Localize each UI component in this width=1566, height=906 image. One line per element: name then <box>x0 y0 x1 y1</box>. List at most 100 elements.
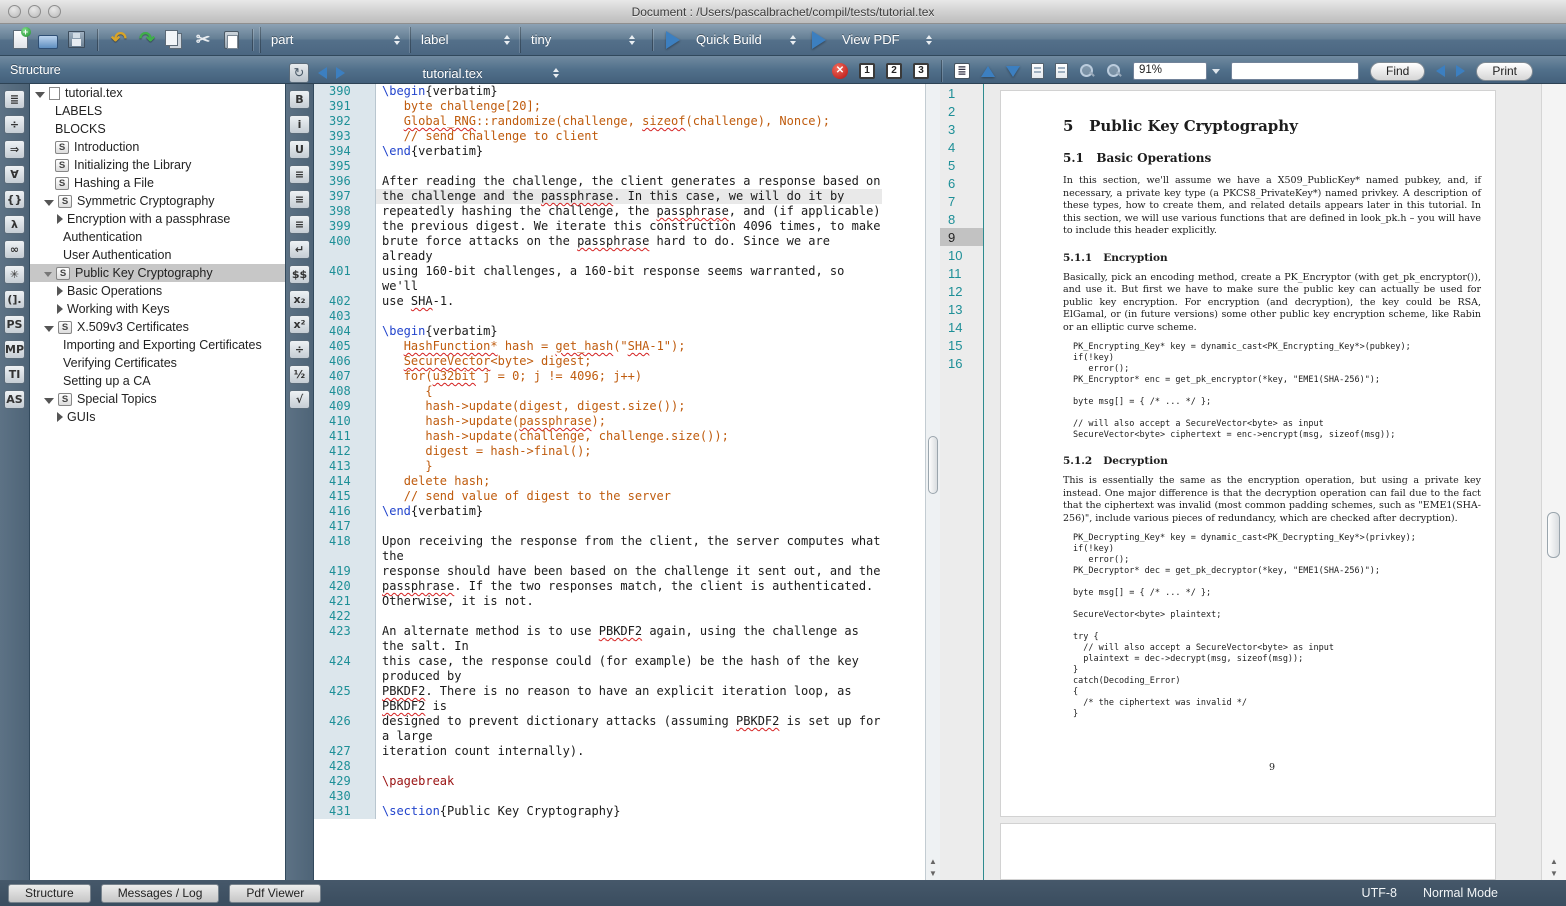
editor-line-text[interactable]: Global_RNG::randomize(challenge, sizeof(… <box>376 114 882 129</box>
editor-line[interactable]: 428 <box>314 759 940 774</box>
quick-build-dropdown[interactable]: Quick Build <box>686 27 806 53</box>
editor-line-text[interactable]: } <box>376 459 882 474</box>
editor-line-text[interactable]: \begin{verbatim} <box>376 84 882 99</box>
status-tab-messages-log[interactable]: Messages / Log <box>101 884 220 903</box>
pdf-search-input[interactable] <box>1231 62 1359 80</box>
editor-line[interactable]: 410 hash->update(passphrase); <box>314 414 940 429</box>
italic-icon[interactable]: i <box>289 115 310 134</box>
structure-item[interactable]: User Authentication <box>30 246 285 264</box>
editor-line[interactable]: 427iteration count internally). <box>314 744 940 759</box>
editor-line-text[interactable]: repeatedly hashing the challenge, the pa… <box>376 204 882 219</box>
collapse-icon[interactable] <box>44 326 54 332</box>
structure-item[interactable]: SHashing a File <box>30 174 285 192</box>
editor-line[interactable]: 394\end{verbatim} <box>314 144 940 159</box>
editor-line[interactable]: 418Upon receiving the response from the … <box>314 534 940 564</box>
structure-item[interactable]: SIntroduction <box>30 138 285 156</box>
zoom-out-icon[interactable] <box>1079 63 1095 79</box>
structure-item[interactable]: Working with Keys <box>30 300 285 318</box>
editor-line[interactable]: 421Otherwise, it is not. <box>314 594 940 609</box>
close-window-icon[interactable] <box>8 5 21 18</box>
editor-line[interactable]: 402use SHA-1. <box>314 294 940 309</box>
first-page-icon[interactable] <box>1031 63 1044 79</box>
editor-line[interactable]: 414 delete hash; <box>314 474 940 489</box>
editor-line-text[interactable]: \section{Public Key Cryptography} <box>376 804 882 819</box>
editor-line[interactable]: 422 <box>314 609 940 624</box>
font-size-dropdown[interactable]: tiny <box>520 27 645 53</box>
postscript-tab-icon[interactable]: PS <box>4 315 25 334</box>
editor-line-text[interactable]: // send challenge to client <box>376 129 882 144</box>
editor-line[interactable]: 390\begin{verbatim} <box>314 84 940 99</box>
editor-line-text[interactable] <box>376 789 882 804</box>
editor-line[interactable]: 430 <box>314 789 940 804</box>
editor-line-text[interactable] <box>376 159 882 174</box>
run-quick-build-icon[interactable] <box>666 31 680 49</box>
editor-line[interactable]: 400brute force attacks on the passphrase… <box>314 234 940 264</box>
editor-line[interactable]: 403 <box>314 309 940 324</box>
expand-icon[interactable] <box>57 304 63 314</box>
arrow-symbol-icon[interactable]: ⇒ <box>4 140 25 159</box>
pdf-page-number[interactable]: 16 <box>940 354 983 372</box>
editor-line[interactable]: 407 for(u32bit j = 0; j != 4096; j++) <box>314 369 940 384</box>
last-page-icon[interactable] <box>1055 63 1068 79</box>
structure-item[interactable]: GUIs <box>30 408 285 426</box>
infinity-symbol-icon[interactable]: ∞ <box>4 240 25 259</box>
two-page-layout-button[interactable]: 2 <box>886 63 902 79</box>
bold-icon[interactable]: B <box>289 90 310 109</box>
status-tab-structure[interactable]: Structure <box>8 884 91 903</box>
editor-line[interactable]: 392 Global_RNG::randomize(challenge, siz… <box>314 114 940 129</box>
align-right-icon[interactable]: ≡ <box>289 215 310 234</box>
pdf-page-number[interactable]: 2 <box>940 102 983 120</box>
expand-icon[interactable] <box>57 214 63 224</box>
editor-line[interactable]: 399the previous digest. We iterate this … <box>314 219 940 234</box>
paste-button[interactable] <box>217 27 245 53</box>
fraction-icon[interactable]: ½ <box>289 365 310 384</box>
editor-line-text[interactable] <box>376 309 882 324</box>
editor-line[interactable]: 405 HashFunction* hash = get_hash("SHA-1… <box>314 339 940 354</box>
copy-button[interactable] <box>161 27 189 53</box>
undo-button[interactable]: ↶ <box>105 27 133 53</box>
pdf-page-number[interactable]: 13 <box>940 300 983 318</box>
editor-line-text[interactable]: { <box>376 384 882 399</box>
forall-symbol-icon[interactable]: ∀ <box>4 165 25 184</box>
find-next-icon[interactable] <box>1456 65 1465 77</box>
superscript-icon[interactable]: x² <box>289 315 310 334</box>
editor-line[interactable]: 431\section{Public Key Cryptography} <box>314 804 940 819</box>
save-file-button[interactable] <box>62 27 90 53</box>
refresh-structure-icon[interactable]: ↻ <box>289 63 309 83</box>
editor-scrollbar-thumb[interactable] <box>928 436 938 494</box>
editor-line-text[interactable] <box>376 519 882 534</box>
align-center-icon[interactable]: ≡ <box>289 190 310 209</box>
divide-symbol-icon[interactable]: ÷ <box>4 115 25 134</box>
editor-line[interactable]: 411 hash->update(challenge, challenge.si… <box>314 429 940 444</box>
structure-item[interactable]: Verifying Certificates <box>30 354 285 372</box>
redo-button[interactable]: ↷ <box>133 27 161 53</box>
editor-line-text[interactable]: digest = hash->final(); <box>376 444 882 459</box>
editor-line[interactable]: 393 // send challenge to client <box>314 129 940 144</box>
editor-line-text[interactable]: byte challenge[20]; <box>376 99 882 114</box>
editor-line[interactable]: 416\end{verbatim} <box>314 504 940 519</box>
stop-process-icon[interactable]: ✕ <box>832 63 848 79</box>
status-tab-pdf-viewer[interactable]: Pdf Viewer <box>229 884 321 903</box>
editor-line-text[interactable]: hash->update(passphrase); <box>376 414 882 429</box>
editor-line[interactable]: 409 hash->update(digest, digest.size()); <box>314 399 940 414</box>
structure-item[interactable]: Importing and Exporting Certificates <box>30 336 285 354</box>
editor-line[interactable]: 408 { <box>314 384 940 399</box>
editor-line[interactable]: 404\begin{verbatim} <box>314 324 940 339</box>
editor-line[interactable]: 426designed to prevent dictionary attack… <box>314 714 940 744</box>
editor-line-text[interactable]: using 160-bit challenges, a 160-bit resp… <box>376 264 882 294</box>
pdf-viewer[interactable]: 5 Public Key Cryptography5.1 Basic Opera… <box>984 84 1541 880</box>
find-button[interactable]: Find <box>1370 62 1425 81</box>
editor-line-text[interactable]: Otherwise, it is not. <box>376 594 882 609</box>
collapse-icon[interactable] <box>44 200 54 206</box>
editor-line[interactable]: 406 SecureVector<byte> digest; <box>314 354 940 369</box>
editor-line-text[interactable]: SecureVector<byte> digest; <box>376 354 882 369</box>
structure-item[interactable]: SSpecial Topics <box>30 390 285 408</box>
scroll-down-icon[interactable]: ▼ <box>929 869 937 878</box>
single-page-layout-button[interactable]: 1 <box>859 63 875 79</box>
previous-page-icon[interactable] <box>981 66 995 77</box>
new-file-button[interactable]: + <box>6 27 34 53</box>
editor-line-text[interactable]: delete hash; <box>376 474 882 489</box>
structure-item[interactable]: Setting up a CA <box>30 372 285 390</box>
cut-button[interactable]: ✂ <box>189 27 217 53</box>
editor-line-text[interactable] <box>376 609 882 624</box>
